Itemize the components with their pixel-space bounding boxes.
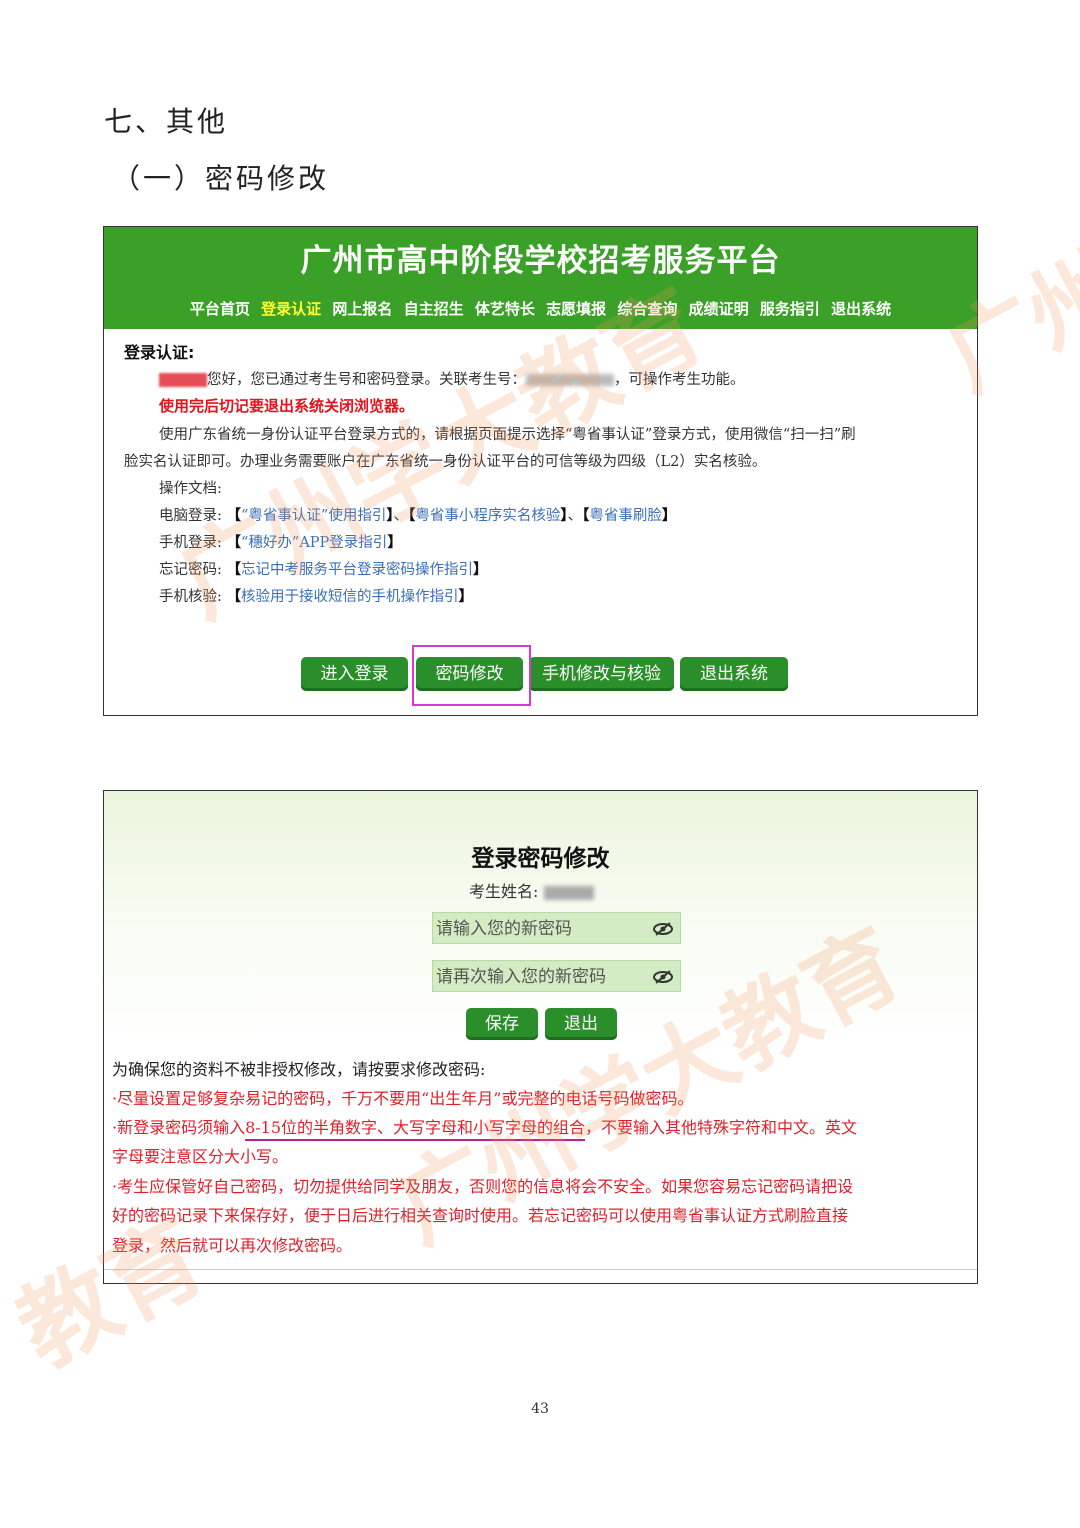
rule-2-highlight: 8-15位的半角数字、大写字母和小写字母的组合	[245, 1118, 586, 1141]
link-yss-miniprogram[interactable]: 粤省事小程序实名核验	[415, 508, 560, 524]
rule-3-line-3: 登录，然后就可以再次修改密码。	[112, 1236, 353, 1255]
rule-2-suffix: ，不要输入其他特殊字符和中文。英文	[585, 1118, 858, 1137]
rule-2-line-2: 字母要注意区分大小写。	[112, 1147, 289, 1166]
rule-1: ·尽量设置足够复杂易记的密码，千万不要用“出生年月”或完整的电话号码做密码。	[112, 1089, 694, 1108]
page-number: 43	[531, 1401, 549, 1417]
rule-3-line-1: ·考生应保管好自己密码，切勿提供给同学及朋友，否则您的信息将会不安全。如果您容易…	[112, 1177, 854, 1196]
nav-arts-sports[interactable]: 体艺特长	[475, 300, 535, 318]
section-label: 登录认证:	[124, 343, 195, 362]
divider	[104, 1269, 977, 1270]
login-auth-screenshot: 广州市高中阶段学校招考服务平台 平台首页 登录认证 网上报名 自主招生 体艺特长…	[103, 226, 978, 716]
heading-subsection: （一）密码修改	[112, 162, 330, 195]
row-label: 手机核验:	[159, 589, 222, 605]
phone-modify-verify-button[interactable]: 手机修改与核验	[529, 657, 674, 691]
logout-warning: 使用完后切记要退出系统关闭浏览器。	[159, 397, 415, 415]
doc-row-phone-verify: 手机核验: 【核验用于接收短信的手机操作指引】	[159, 588, 473, 605]
rule-3-line-2: 好的密码记录下来保存好，便于日后进行相关查询时使用。若忘记密码可以使用粤省事认证…	[112, 1206, 849, 1225]
top-nav: 平台首页 登录认证 网上报名 自主招生 体艺特长 志愿填报 综合查询 成绩证明 …	[104, 298, 977, 319]
nav-independent-enrollment[interactable]: 自主招生	[404, 300, 464, 318]
exit-button[interactable]: 退出	[545, 1008, 617, 1040]
confirm-password-placeholder: 请再次输入您的新密码	[436, 967, 606, 987]
password-change-screenshot: 登录密码修改 考生姓名: 请输入您的新密码 请再次输入您的新密码 保存 退出 为…	[103, 790, 978, 1284]
nav-home[interactable]: 平台首页	[190, 300, 250, 318]
redacted-name	[159, 373, 207, 387]
nav-online-registration[interactable]: 网上报名	[332, 300, 392, 318]
rule-2-prefix: ·新登录密码须输入	[112, 1118, 246, 1137]
student-name-label: 考生姓名:	[469, 882, 539, 901]
eye-slash-icon[interactable]	[652, 961, 674, 1004]
nav-application[interactable]: 志愿填报	[546, 300, 606, 318]
link-suihaoban-guide[interactable]: “穗好办”APP登录指引	[241, 535, 387, 551]
confirm-password-input[interactable]: 请再次输入您的新密码	[432, 960, 681, 992]
docs-label: 操作文档:	[159, 481, 222, 497]
enter-login-button[interactable]: 进入登录	[301, 657, 408, 691]
link-yss-face[interactable]: 粤省事刷脸	[589, 508, 662, 524]
greeting-line: 您好，您已通过考生号和密码登录。关联考生号： ，可操作考生功能。	[159, 368, 745, 389]
nav-login-auth[interactable]: 登录认证	[261, 300, 321, 318]
greeting-tail: ，可操作考生功能。	[614, 372, 745, 388]
row-label: 手机登录:	[159, 535, 222, 551]
row-label: 电脑登录:	[159, 508, 222, 524]
redacted-exam-id	[526, 374, 614, 386]
nav-query[interactable]: 综合查询	[617, 300, 677, 318]
instructions-line-2: 脸实名认证即可。办理业务需要账户在广东省统一身份认证平台的可信等级为四级（L2）…	[124, 454, 767, 470]
link-phone-verify-guide[interactable]: 核验用于接收短信的手机操作指引	[241, 589, 459, 605]
password-change-title: 登录密码修改	[471, 846, 610, 872]
nav-score-certificate[interactable]: 成绩证明	[689, 300, 749, 318]
doc-row-mobile-login: 手机登录: 【“穗好办”APP登录指引】	[159, 534, 402, 551]
doc-row-pc-login: 电脑登录: 【“粤省事认证”使用指引】、【粤省事小程序实名核验】、【粤省事刷脸】	[159, 507, 677, 524]
nav-logout[interactable]: 退出系统	[831, 300, 891, 318]
instructions-line-1: 使用广东省统一身份认证平台登录方式的，请根据页面提示选择“粤省事认证”登录方式，…	[159, 427, 856, 443]
highlight-box	[412, 645, 531, 706]
link-forgot-password-guide[interactable]: 忘记中考服务平台登录密码操作指引	[241, 562, 473, 578]
new-password-input[interactable]: 请输入您的新密码	[432, 912, 681, 944]
logout-button[interactable]: 退出系统	[680, 657, 788, 691]
nav-service-guide[interactable]: 服务指引	[760, 300, 820, 318]
save-button[interactable]: 保存	[466, 1008, 538, 1040]
doc-row-forgot-password: 忘记密码: 【忘记中考服务平台登录密码操作指引】	[159, 561, 488, 578]
new-password-placeholder: 请输入您的新密码	[436, 919, 572, 939]
row-label: 忘记密码:	[159, 562, 222, 578]
link-yss-guide[interactable]: “粤省事认证”使用指引	[241, 508, 386, 524]
platform-title: 广州市高中阶段学校招考服务平台	[300, 243, 781, 279]
notice-title: 为确保您的资料不被非授权修改，请按要求修改密码:	[112, 1060, 486, 1079]
platform-banner: 广州市高中阶段学校招考服务平台 平台首页 登录认证 网上报名 自主招生 体艺特长…	[104, 227, 977, 329]
greeting-text: 您好，您已通过考生号和密码登录。关联考生号：	[207, 372, 526, 388]
rule-2: ·新登录密码须输入8-15位的半角数字、大写字母和小写字母的组合，不要输入其他特…	[112, 1114, 858, 1141]
redacted-student-name	[543, 885, 594, 900]
eye-slash-icon[interactable]	[652, 913, 674, 956]
student-name-row: 考生姓名:	[469, 878, 594, 902]
heading-section: 七、其他	[104, 105, 229, 138]
